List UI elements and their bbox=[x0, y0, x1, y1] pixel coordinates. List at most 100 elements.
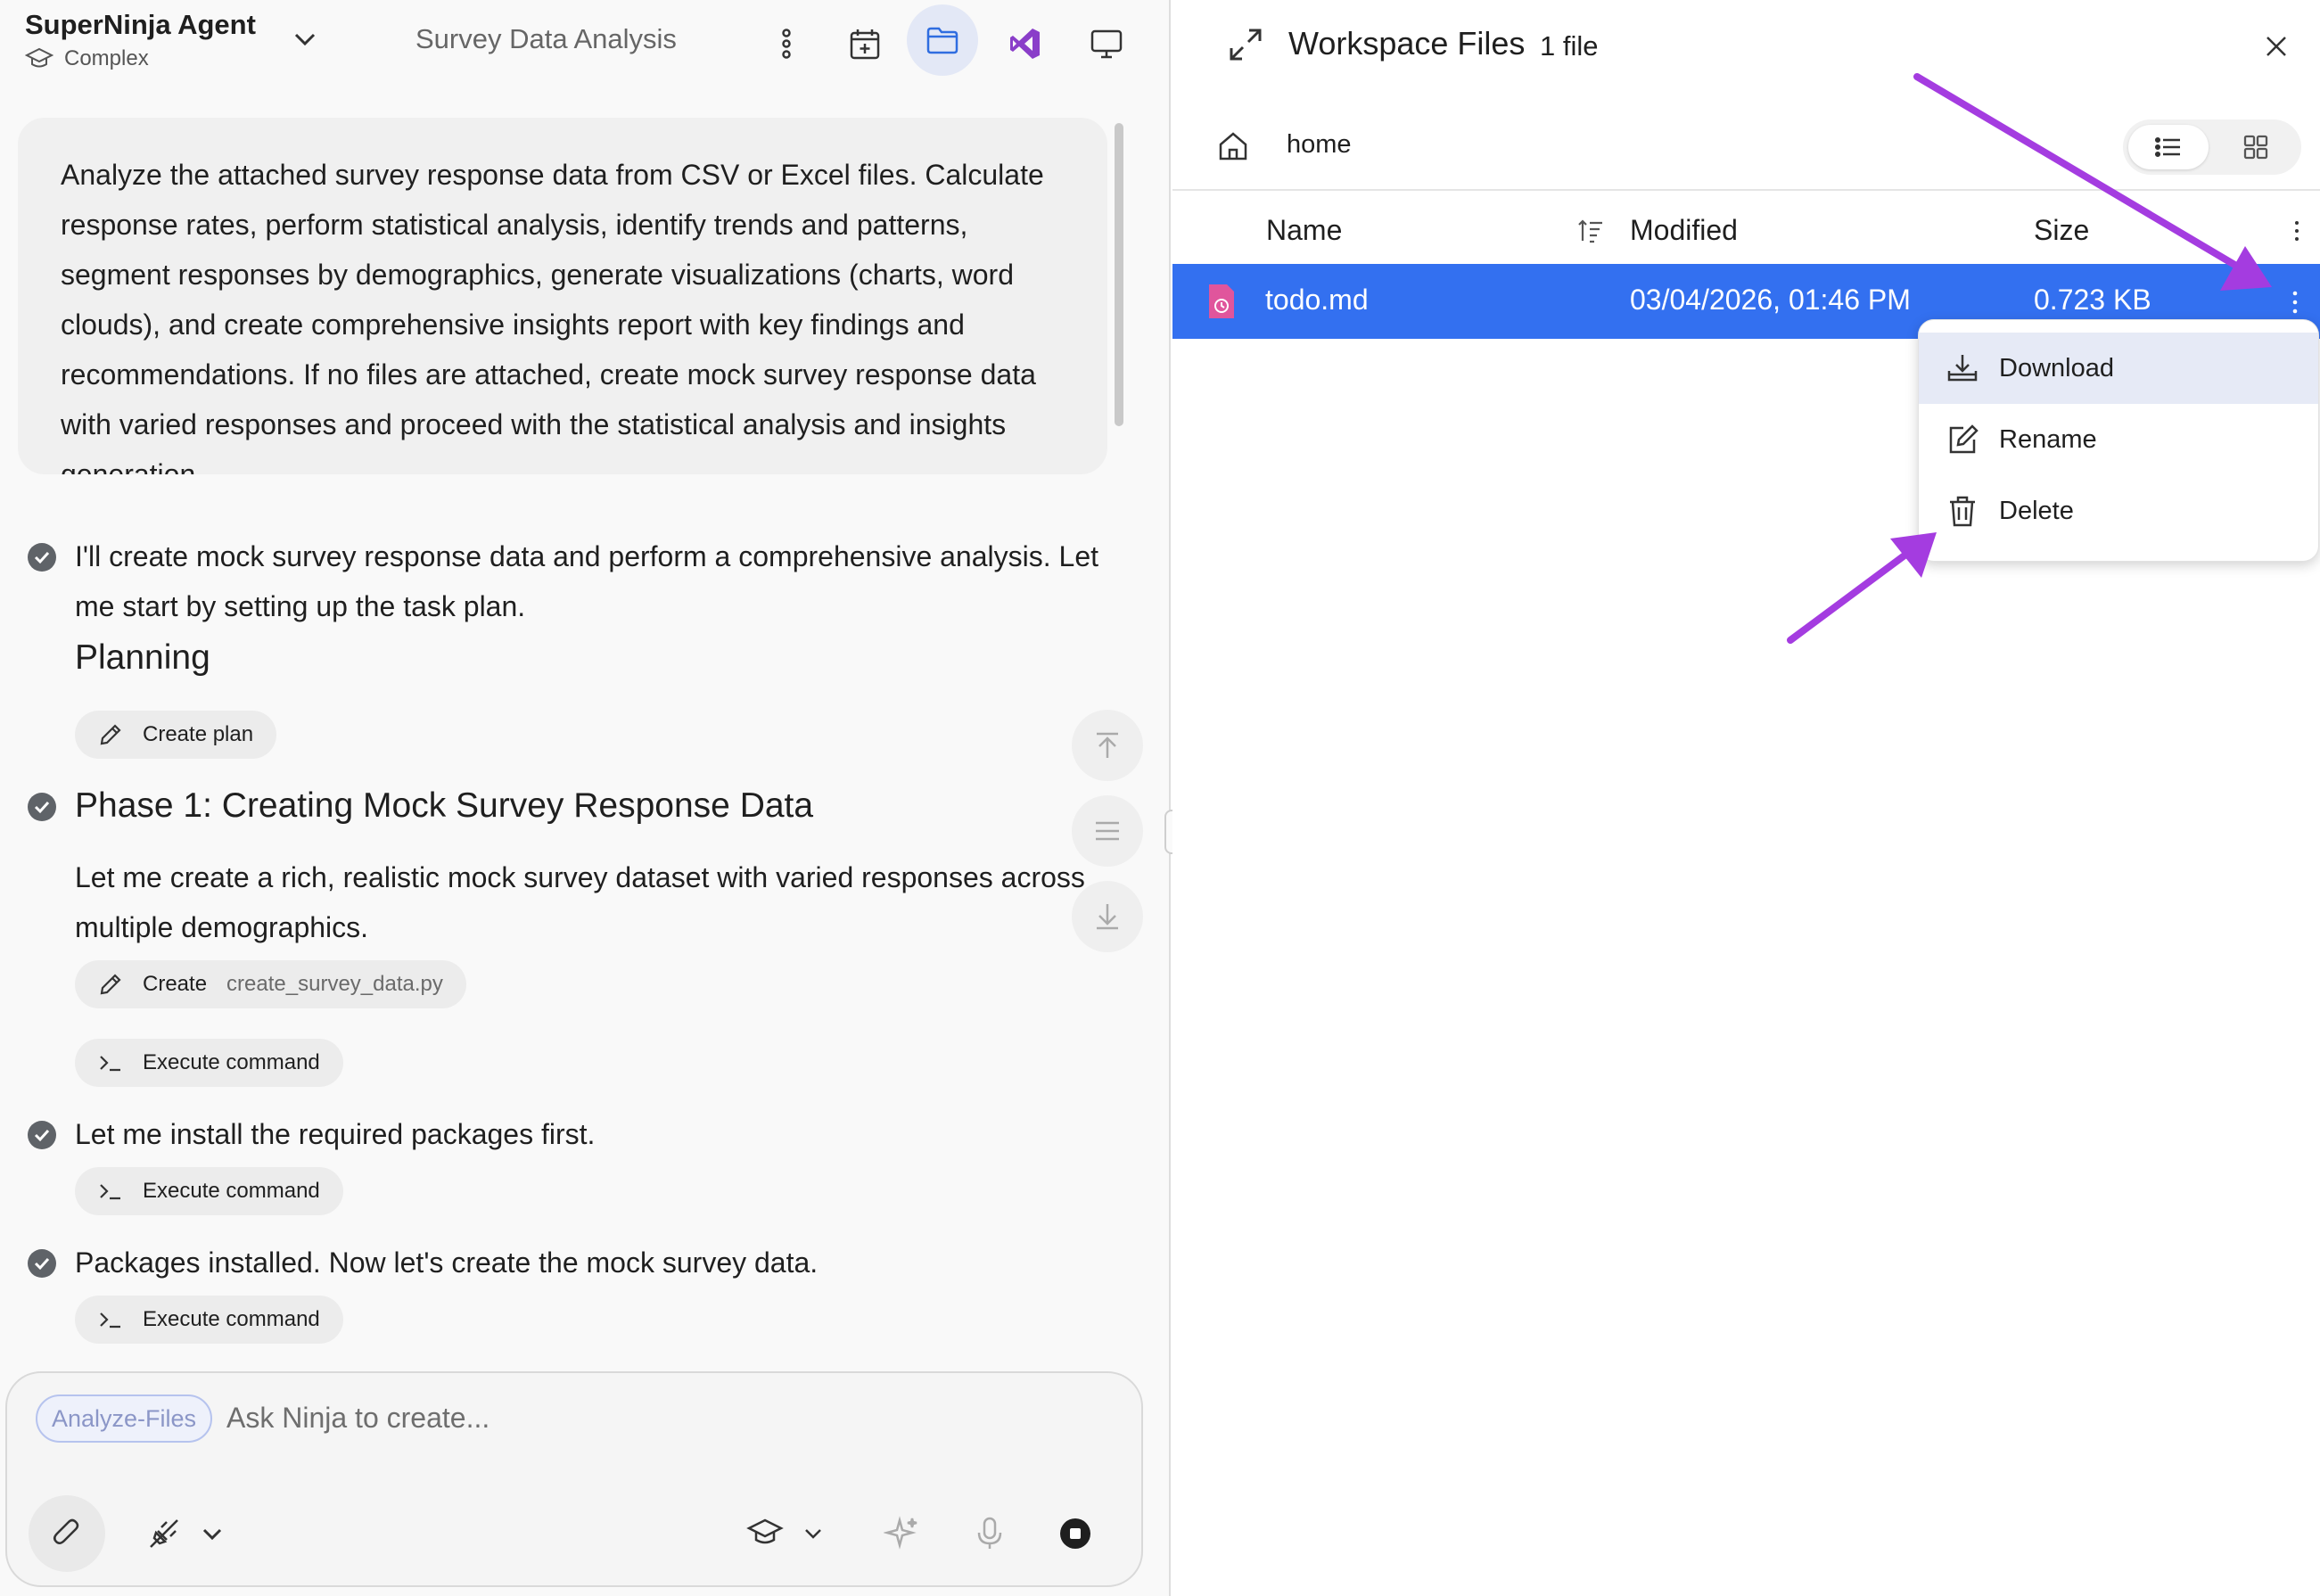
workspace-files-button[interactable] bbox=[907, 4, 978, 76]
terminal-icon bbox=[100, 1312, 120, 1329]
file-table-header: Name Modified Size bbox=[1172, 189, 2320, 264]
tools-toggle-button[interactable] bbox=[137, 1507, 191, 1560]
download-icon bbox=[1947, 355, 1978, 382]
schedule-button[interactable] bbox=[837, 16, 893, 71]
more-vertical-icon[interactable] bbox=[2280, 287, 2310, 317]
list-view-button[interactable] bbox=[2128, 125, 2209, 169]
file-name: todo.md bbox=[1265, 284, 1369, 316]
execute-command-label: Execute command bbox=[143, 1179, 320, 1203]
computer-view-button[interactable] bbox=[1079, 16, 1134, 71]
chevron-down-icon bbox=[805, 1529, 821, 1539]
more-vertical-icon[interactable] bbox=[2283, 218, 2310, 244]
graduation-cap-icon bbox=[25, 47, 53, 68]
menu-item-rename[interactable]: Rename bbox=[1919, 404, 2318, 475]
workspace-files-panel: Workspace Files 1 file home Name Modifie… bbox=[1172, 0, 2320, 1596]
planning-heading: Planning bbox=[75, 638, 210, 677]
message-composer: Analyze-Files bbox=[5, 1371, 1143, 1587]
chat-header: SuperNinja Agent Complex Survey Data Ana… bbox=[0, 0, 1171, 85]
graduation-cap-icon bbox=[746, 1518, 784, 1544]
sort-icon[interactable] bbox=[1575, 216, 1606, 246]
tools-dropdown[interactable] bbox=[185, 1507, 239, 1560]
close-icon[interactable] bbox=[2258, 29, 2294, 64]
arrow-down-to-bottom-icon bbox=[1097, 904, 1118, 930]
view-toggle bbox=[2123, 119, 2301, 175]
check-circle-icon bbox=[28, 543, 56, 572]
arrow-up-to-top-icon bbox=[1097, 732, 1118, 758]
enhance-prompt-button[interactable] bbox=[876, 1507, 929, 1560]
pencil-icon bbox=[100, 974, 121, 995]
phase1-text: Let me create a rich, realistic mock sur… bbox=[75, 861, 1085, 943]
create-label: Create bbox=[143, 972, 208, 996]
check-circle-icon bbox=[28, 793, 56, 821]
terminal-icon bbox=[100, 1184, 120, 1200]
file-context-menu: Download Rename Delete bbox=[1918, 319, 2319, 562]
column-name[interactable]: Name bbox=[1266, 214, 1342, 247]
execute-command-label: Execute command bbox=[143, 1307, 320, 1331]
analyze-files-tag[interactable]: Analyze-Files bbox=[36, 1394, 213, 1443]
user-prompt-bubble: Analyze the attached survey response dat… bbox=[18, 118, 1107, 474]
stop-button[interactable] bbox=[1049, 1507, 1102, 1560]
mode-selector[interactable] bbox=[738, 1507, 792, 1560]
stop-icon bbox=[1060, 1518, 1090, 1549]
more-vertical-icon bbox=[782, 29, 791, 59]
edit-icon bbox=[1949, 424, 1979, 454]
menu-item-download[interactable]: Download bbox=[1919, 333, 2318, 404]
agent-name[interactable]: SuperNinja Agent bbox=[25, 9, 256, 41]
menu-item-delete[interactable]: Delete bbox=[1919, 475, 2318, 547]
create-file-button[interactable]: Create create_survey_data.py bbox=[75, 960, 466, 1008]
check-circle-icon bbox=[28, 1121, 56, 1149]
execute-command-label: Execute command bbox=[143, 1050, 320, 1074]
column-size[interactable]: Size bbox=[2034, 214, 2089, 247]
grid-icon bbox=[2243, 135, 2268, 160]
chevron-down-icon[interactable] bbox=[287, 21, 323, 57]
chevron-down-icon bbox=[202, 1528, 222, 1541]
execute-command-button[interactable]: Execute command bbox=[75, 1167, 343, 1215]
trash-icon bbox=[1950, 496, 1975, 527]
menu-lines-icon bbox=[1096, 821, 1119, 841]
attach-button[interactable] bbox=[29, 1495, 105, 1572]
agent-mode[interactable]: Complex bbox=[25, 46, 149, 71]
outline-button[interactable] bbox=[1072, 795, 1143, 867]
mode-dropdown[interactable] bbox=[786, 1507, 840, 1560]
execute-command-button[interactable]: Execute command bbox=[75, 1296, 343, 1344]
prompt-scrollbar[interactable] bbox=[1115, 123, 1123, 426]
assistant-message: Let me install the required packages fir… bbox=[75, 1118, 596, 1150]
create-file-name: create_survey_data.py bbox=[226, 972, 443, 996]
phase1-heading: Phase 1: Creating Mock Survey Response D… bbox=[75, 786, 814, 825]
create-plan-label: Create plan bbox=[143, 722, 254, 746]
grid-view-button[interactable] bbox=[2216, 125, 2296, 169]
execute-command-button[interactable]: Execute command bbox=[75, 1039, 343, 1087]
workspace-title: Workspace Files bbox=[1288, 25, 1526, 62]
agent-mode-label: Complex bbox=[64, 46, 149, 70]
breadcrumb-home[interactable]: home bbox=[1287, 130, 1352, 160]
scroll-top-button[interactable] bbox=[1072, 710, 1143, 781]
voice-input-button[interactable] bbox=[963, 1507, 1016, 1560]
file-count: 1 file bbox=[1540, 30, 1599, 62]
file-modified: 03/04/2026, 01:46 PM bbox=[1630, 284, 1911, 316]
create-plan-button[interactable]: Create plan bbox=[75, 711, 277, 759]
more-options-button[interactable] bbox=[759, 16, 814, 71]
vscode-button[interactable] bbox=[998, 16, 1053, 71]
plug-off-icon bbox=[150, 1519, 178, 1548]
monitor-icon bbox=[1090, 29, 1123, 59]
file-size: 0.723 KB bbox=[2034, 284, 2151, 316]
check-circle-icon bbox=[28, 1249, 56, 1278]
column-modified[interactable]: Modified bbox=[1630, 214, 1738, 247]
menu-item-rename-label: Rename bbox=[1999, 424, 2097, 454]
folder-icon bbox=[926, 27, 958, 54]
assistant-message: I'll create mock survey response data an… bbox=[75, 540, 1098, 622]
pencil-icon bbox=[100, 724, 121, 745]
paperclip-icon bbox=[53, 1518, 79, 1544]
microphone-icon bbox=[977, 1517, 1002, 1549]
sparkle-icon bbox=[884, 1516, 917, 1550]
menu-item-download-label: Download bbox=[1999, 353, 2114, 383]
scroll-bottom-button[interactable] bbox=[1072, 881, 1143, 952]
terminal-icon bbox=[100, 1056, 120, 1072]
home-icon[interactable] bbox=[1215, 128, 1251, 164]
expand-icon[interactable] bbox=[1226, 25, 1265, 64]
markdown-file-icon bbox=[1209, 284, 1234, 318]
chat-title: Survey Data Analysis bbox=[415, 23, 677, 54]
menu-item-delete-label: Delete bbox=[1999, 496, 2074, 525]
calendar-add-icon bbox=[850, 29, 880, 60]
ask-input[interactable] bbox=[226, 1398, 1029, 1437]
